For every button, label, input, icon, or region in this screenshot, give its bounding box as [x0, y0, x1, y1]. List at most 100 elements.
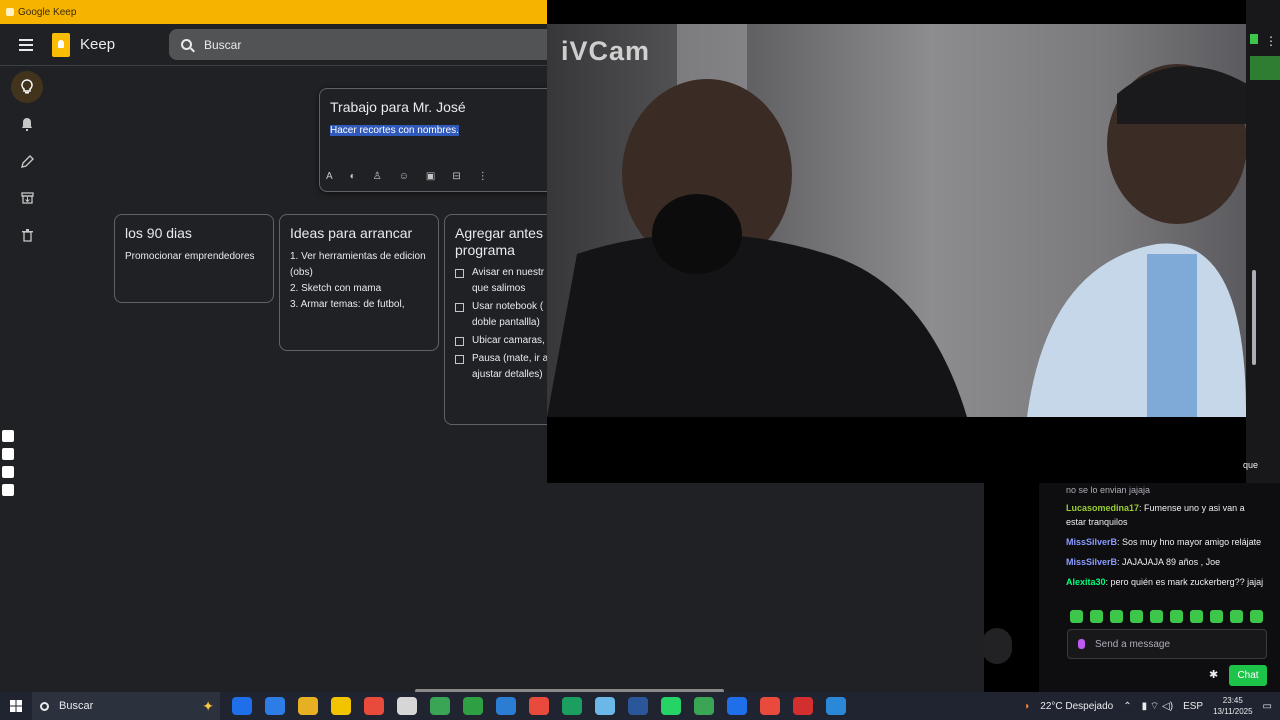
checkbox-icon[interactable] [455, 269, 464, 278]
taskbar-app-icon[interactable] [562, 697, 582, 715]
emote-icon[interactable] [1090, 610, 1103, 623]
notification-icon[interactable]: ▭ [1263, 701, 1272, 712]
archive-note-icon[interactable]: ⊟ [452, 171, 460, 182]
more-vert-icon[interactable]: ⋮ [478, 171, 488, 182]
clock[interactable]: 23:45 13/11/2025 [1213, 695, 1252, 717]
settings-icon[interactable] [2, 484, 14, 496]
lightbulb-icon[interactable] [11, 71, 43, 103]
chat-message: Lucasomedina17: Fumense uno y asi van a … [1066, 503, 1245, 527]
chat-input-placeholder: Send a message [1095, 638, 1171, 650]
taskbar-app-icon[interactable] [760, 697, 780, 715]
keep-window-icon [6, 8, 14, 16]
camera-icon[interactable] [2, 430, 14, 442]
taskbar-app-icon[interactable] [298, 697, 318, 715]
pencil-icon[interactable] [11, 145, 43, 177]
chat-send-button[interactable]: Chat [1229, 665, 1267, 686]
emote-icon[interactable] [1250, 610, 1263, 623]
image-icon[interactable]: ▣ [426, 171, 435, 182]
collaborator-icon[interactable]: ☺ [399, 171, 409, 182]
note-title: los 90 dias [125, 225, 192, 241]
window-icon[interactable] [2, 466, 14, 478]
keep-window-titlebar[interactable]: Google Keep [0, 0, 548, 24]
extension-icon[interactable] [1250, 34, 1258, 44]
windows-start-icon[interactable] [0, 692, 32, 720]
palette-icon[interactable]: ◐ [350, 171, 356, 182]
reminder-icon[interactable]: ♙ [373, 171, 382, 182]
trash-icon[interactable] [11, 219, 43, 251]
more-vert-icon[interactable]: ⋮ [1265, 34, 1277, 48]
keep-logo-icon[interactable] [52, 32, 70, 57]
taskbar-app-icon[interactable] [694, 697, 714, 715]
taskbar-app-icon[interactable] [727, 697, 747, 715]
note-title: Ideas para arrancar [290, 225, 413, 241]
chat-message: Alexita30: pero quién es mark zuckerberg… [1066, 577, 1264, 587]
stream-chat: no se lo envian jajaja Lucasomedina17: F… [984, 483, 1280, 692]
taskbar-app-icon[interactable] [232, 697, 252, 715]
bell-icon[interactable] [11, 108, 43, 140]
scrollbar-thumb[interactable] [1252, 270, 1256, 365]
taskbar-app-icon[interactable] [496, 697, 516, 715]
floating-capture-toolbar [2, 430, 16, 502]
taskbar-app-icon[interactable] [628, 697, 648, 715]
emote-icon[interactable] [1230, 610, 1243, 623]
taskbar-search-label: Buscar [59, 700, 94, 712]
emote-icon[interactable] [1130, 610, 1143, 623]
archive-icon[interactable] [11, 182, 43, 214]
chat-side-text: que [1243, 460, 1259, 470]
taskbar-app-icon[interactable] [265, 697, 285, 715]
weather-icon[interactable]: ◗ [1024, 701, 1030, 712]
note-card[interactable]: Ideas para arrancar 1. Ver herramientas … [279, 214, 439, 351]
emote-bar [1070, 610, 1263, 623]
active-note[interactable]: Trabajo para Mr. José Hacer recortes con… [319, 88, 559, 192]
tray-status-icons[interactable]: ▮ ⌔ ◁) [1142, 700, 1173, 713]
chat-message: MissSilverB: JAJAJAJA 89 años , Joe [1066, 557, 1221, 567]
taskbar-app-icon[interactable] [529, 697, 549, 715]
emote-icon[interactable] [1190, 610, 1203, 623]
emote-icon[interactable] [1070, 610, 1083, 623]
taskbar-apps [232, 697, 846, 715]
desktop: Google Keep Keep Buscar Trabajo para Mr.… [0, 0, 1280, 720]
emote-icon[interactable] [1110, 610, 1123, 623]
keep-window-title: Google Keep [18, 6, 77, 18]
search-input[interactable]: Buscar [169, 29, 559, 60]
chat-input[interactable]: Send a message [1067, 629, 1267, 659]
checkbox-icon[interactable] [455, 337, 464, 346]
keep-app-name[interactable]: Keep [80, 36, 115, 53]
note-toolbar: A ◐ ♙ ☺ ▣ ⊟ ⋮ [326, 171, 488, 182]
search-placeholder: Buscar [204, 37, 242, 52]
language-indicator[interactable]: ESP [1183, 701, 1203, 712]
search-icon[interactable] [181, 39, 192, 50]
taskbar-app-icon[interactable] [595, 697, 615, 715]
checkbox-icon[interactable] [455, 355, 464, 364]
gear-icon[interactable]: ✱ [1209, 668, 1218, 681]
emote-icon[interactable] [1210, 610, 1223, 623]
taskbar-app-icon[interactable] [826, 697, 846, 715]
checkbox-icon[interactable] [455, 303, 464, 312]
chat-message: MissSilverB: Sos muy hno mayor amigo rel… [1066, 537, 1262, 547]
emote-icon[interactable] [1150, 610, 1163, 623]
active-note-body[interactable]: Hacer recortes con nombres. [320, 115, 558, 139]
video-icon[interactable] [2, 448, 14, 460]
taskbar-app-icon[interactable] [793, 697, 813, 715]
ivcam-window[interactable]: iVCam [547, 0, 1246, 483]
weather-text[interactable]: 22°C Despejado [1040, 701, 1113, 712]
active-note-title[interactable]: Trabajo para Mr. José [320, 89, 558, 115]
taskbar-app-icon[interactable] [661, 697, 681, 715]
note-card[interactable]: los 90 dias Promocionar emprendedores [114, 214, 274, 303]
main-menu-icon[interactable] [0, 24, 52, 66]
taskbar-app-icon[interactable] [430, 697, 450, 715]
video-control-button[interactable] [982, 628, 1012, 664]
chat-messages: no se lo envian jajaja Lucasomedina17: F… [1066, 483, 1266, 595]
taskbar-search[interactable]: Buscar ✦ [32, 692, 220, 720]
taskbar-app-icon[interactable] [397, 697, 417, 715]
emote-icon[interactable] [1170, 610, 1183, 623]
extension-panel[interactable] [1250, 56, 1280, 80]
taskbar-app-icon[interactable] [364, 697, 384, 715]
microphone-icon[interactable] [1078, 639, 1085, 649]
text-format-icon[interactable]: A [326, 171, 333, 182]
video-scene [547, 24, 1246, 417]
taskbar-app-icon[interactable] [463, 697, 483, 715]
chat-message-partial: no se lo envian jajaja [1066, 485, 1151, 495]
taskbar-app-icon[interactable] [331, 697, 351, 715]
tray-chevron-icon[interactable]: ⌃ [1123, 701, 1131, 712]
